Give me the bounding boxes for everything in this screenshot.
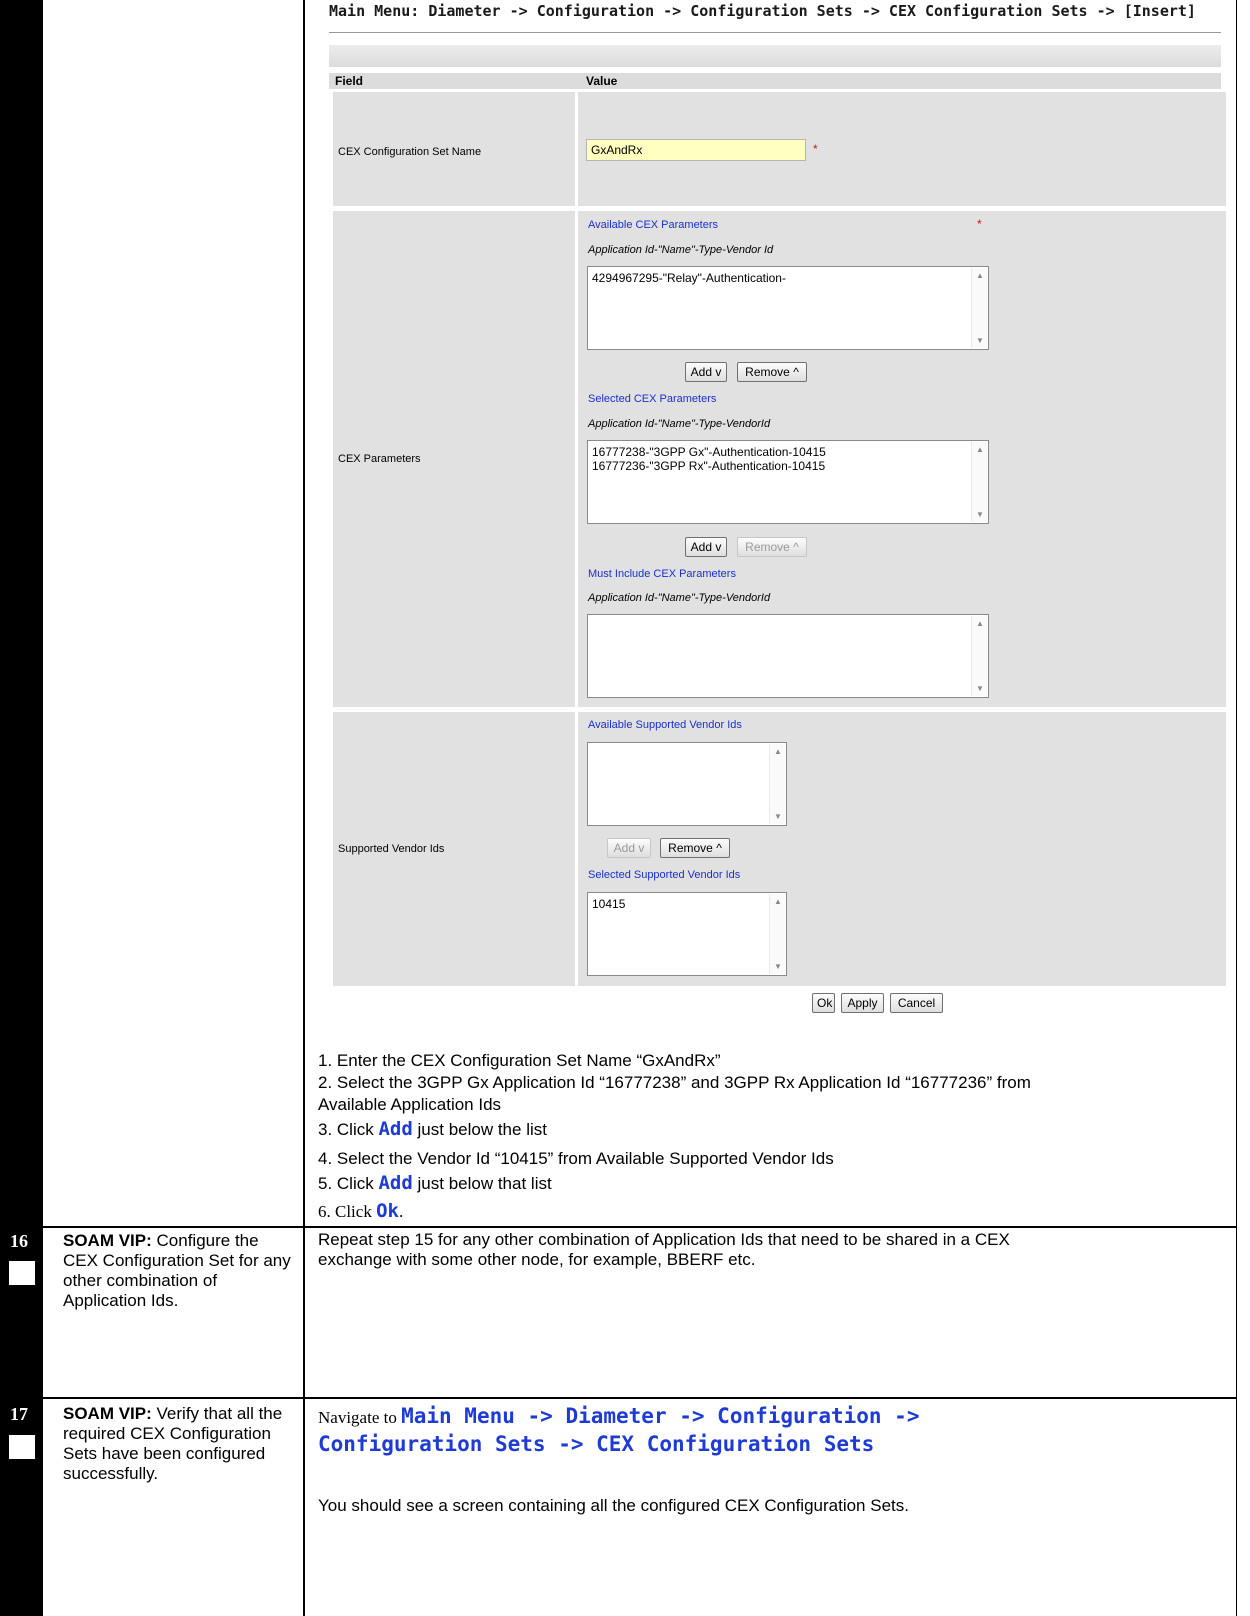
scroll-up-icon: ▲ [976, 445, 984, 454]
step-checkbox[interactable] [9, 1261, 35, 1285]
instruction-text: just below that list [412, 1174, 552, 1193]
row-divider-17 [0, 1397, 1237, 1399]
menu-path: Main Menu -> Diameter -> Configuration -… [401, 1404, 920, 1428]
apply-button[interactable]: Apply [841, 993, 884, 1013]
instruction-line-5: 5. Click Add just below that list [318, 1172, 552, 1194]
scroll-up-icon: ▲ [774, 897, 782, 906]
instruction-line-2: 2. Select the 3GPP Gx Application Id “16… [318, 1073, 1031, 1092]
cex-required-marker: * [977, 217, 982, 231]
cancel-button[interactable]: Cancel [890, 993, 943, 1013]
step-description: SOAM VIP: Configure the CEX Configuratio… [63, 1231, 295, 1311]
scroll-up-icon: ▲ [976, 619, 984, 628]
config-set-name-input[interactable]: GxAndRx [586, 139, 806, 161]
list-item[interactable]: 16777236-"3GPP Rx"-Authentication-10415 [592, 459, 984, 473]
add-command: Add [378, 1172, 413, 1194]
list-item[interactable]: 4294967295-"Relay"-Authentication- [592, 271, 984, 285]
remove-button-disabled: Remove ^ [737, 537, 807, 557]
available-cex-title: Available CEX Parameters [588, 219, 719, 231]
scroll-down-icon: ▼ [774, 962, 782, 971]
add-vendor-button-disabled: Add v [607, 838, 651, 858]
vendor-ids-label: Supported Vendor Ids [338, 843, 445, 855]
scrollbar[interactable]: ▲ ▼ [769, 744, 785, 824]
selected-vendor-list[interactable]: 10415 ▲ ▼ [587, 892, 787, 976]
name-field-label: CEX Configuration Set Name [338, 146, 482, 158]
scrollbar[interactable]: ▲ ▼ [769, 894, 785, 974]
instruction-text: just below the list [412, 1120, 547, 1139]
add-command: Add [378, 1118, 413, 1140]
step-content-line: exchange with some other node, for examp… [318, 1250, 756, 1269]
step-checkbox[interactable] [9, 1435, 35, 1459]
instruction-text: 3. Click [318, 1120, 379, 1139]
selected-cex-title: Selected CEX Parameters [588, 393, 717, 405]
menu-path: Configuration Sets -> CEX Configuration … [318, 1432, 875, 1456]
available-cex-format: Application Id-"Name"-Type-Vendor Id [588, 244, 774, 256]
header-value: Value [586, 74, 618, 88]
scroll-down-icon: ▼ [976, 336, 984, 345]
row-divider-16 [0, 1226, 1237, 1228]
must-include-list[interactable]: ▲ ▼ [587, 614, 989, 698]
scroll-down-icon: ▼ [774, 812, 782, 821]
navigate-text: Navigate to [318, 1408, 402, 1427]
instruction-line-2b: Available Application Ids [318, 1095, 502, 1114]
must-include-title: Must Include CEX Parameters [588, 568, 736, 580]
available-cex-list[interactable]: 4294967295-"Relay"-Authentication- ▲ ▼ [587, 266, 989, 350]
ok-button[interactable]: Ok [812, 993, 835, 1013]
add-button[interactable]: Add v [685, 537, 727, 557]
table-header: Field Value [329, 73, 1221, 89]
required-marker: * [813, 142, 818, 156]
add-button[interactable]: Add v [685, 362, 727, 382]
list-item[interactable]: 16777238-"3GPP Gx"-Authentication-10415 [592, 445, 984, 459]
instruction-line-3: 3. Click Add just below the list [318, 1118, 547, 1140]
available-vendor-title: Available Supported Vendor Ids [588, 719, 742, 731]
toolbar [329, 45, 1221, 67]
column-divider [303, 0, 305, 1616]
selected-cex-format: Application Id-"Name"-Type-VendorId [588, 418, 771, 430]
instruction-text: . [398, 1202, 404, 1221]
step-label: SOAM VIP: [63, 1404, 152, 1423]
scroll-down-icon: ▼ [976, 510, 984, 519]
scroll-up-icon: ▲ [774, 747, 782, 756]
step-number: 17 [10, 1404, 28, 1424]
header-field: Field [335, 74, 364, 88]
scrollbar[interactable]: ▲ ▼ [971, 268, 987, 348]
step-number-column [0, 0, 42, 1616]
title-divider [329, 32, 1221, 33]
scroll-down-icon: ▼ [976, 684, 984, 693]
scrollbar[interactable]: ▲ ▼ [971, 616, 987, 696]
scrollbar[interactable]: ▲ ▼ [971, 442, 987, 522]
step-description: SOAM VIP: Verify that all the required C… [63, 1404, 295, 1484]
instruction-line-1: 1. Enter the CEX Configuration Set Name … [318, 1051, 721, 1070]
remove-button[interactable]: Remove ^ [737, 362, 807, 382]
embedded-screenshot: Main Menu: Diameter -> Configuration -> … [319, 0, 1231, 1034]
navigate-line-2: Configuration Sets -> CEX Configuration … [318, 1432, 874, 1456]
available-vendor-list[interactable]: ▲ ▼ [587, 742, 787, 826]
instruction-line-6: 6. Click Ok. [318, 1200, 403, 1222]
selected-vendor-title: Selected Supported Vendor Ids [588, 869, 741, 881]
must-include-format: Application Id-"Name"-Type-VendorId [588, 592, 771, 604]
selected-cex-list[interactable]: 16777238-"3GPP Gx"-Authentication-10415 … [587, 440, 989, 524]
step-content-line: Repeat step 15 for any other combination… [318, 1230, 1010, 1249]
cex-parameters-label: CEX Parameters [338, 453, 421, 465]
column-divider-left [42, 0, 43, 1616]
table-right-border [1236, 0, 1237, 1616]
result-text: You should see a screen containing all t… [318, 1496, 909, 1515]
step-number: 16 [10, 1231, 28, 1251]
scroll-up-icon: ▲ [976, 271, 984, 280]
remove-vendor-button[interactable]: Remove ^ [660, 838, 730, 858]
instruction-line-4: 4. Select the Vendor Id “10415” from Ava… [318, 1149, 834, 1168]
list-item[interactable]: 10415 [592, 897, 782, 911]
ok-command: Ok [376, 1200, 399, 1222]
instruction-text: 5. Click [318, 1174, 379, 1193]
step-label: SOAM VIP: [63, 1231, 152, 1250]
navigate-line-1: Navigate to Main Menu -> Diameter -> Con… [318, 1404, 919, 1428]
breadcrumb: Main Menu: Diameter -> Configuration -> … [329, 2, 1196, 20]
instruction-text: 6. Click [318, 1202, 377, 1221]
